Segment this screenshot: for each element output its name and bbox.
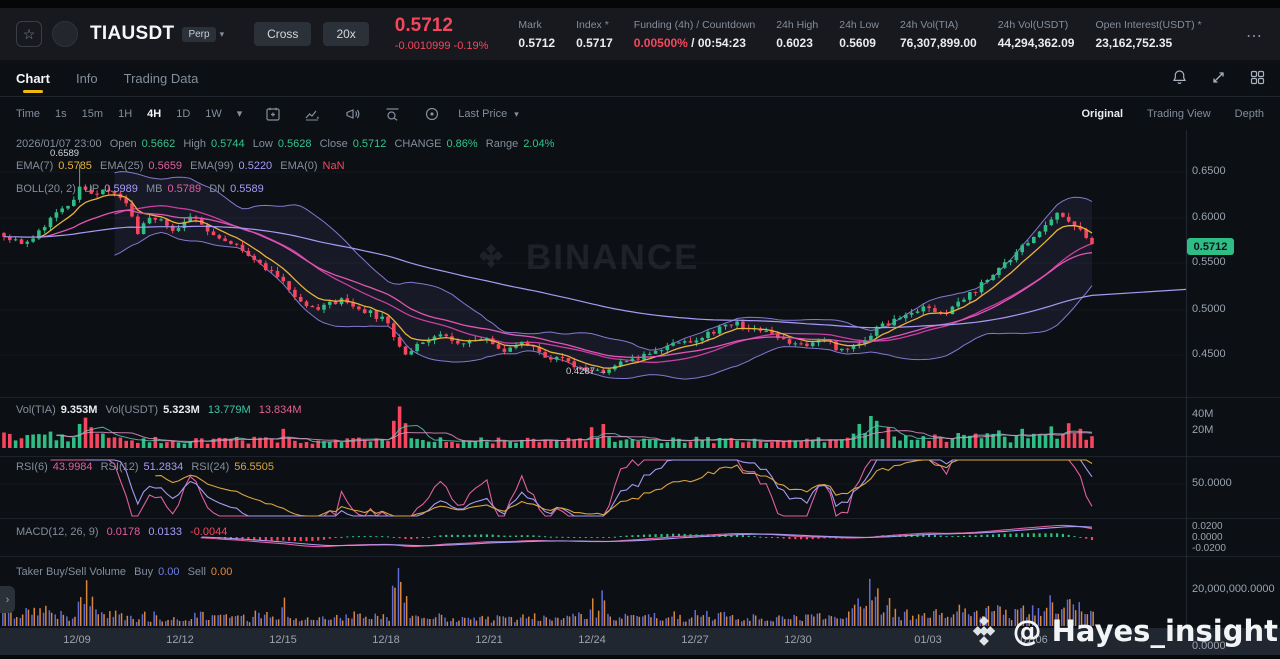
- symbol-name[interactable]: TIAUSDT: [90, 23, 174, 45]
- stat-24h-high: 24h High0.6023: [776, 19, 818, 50]
- interval-1s[interactable]: 1s: [55, 108, 67, 120]
- vol-tick: 20M: [1192, 424, 1213, 436]
- y-tick: 0.4500: [1192, 348, 1226, 360]
- stat-24h-vol-quote: 24h Vol(USDT)44,294,362.09: [998, 19, 1075, 50]
- x-tick: 12/21: [475, 634, 503, 646]
- tab-actions: [1171, 69, 1266, 86]
- rsi-legend[interactable]: RSI(6)43.9984 RSI(12)51.2834 RSI(24)56.5…: [16, 461, 279, 473]
- tab-trading-data[interactable]: Trading Data: [124, 60, 199, 96]
- taker-legend[interactable]: Taker Buy/Sell Volume Buy0.00 Sell0.00: [16, 566, 237, 578]
- contract-header: ☆ TIAUSDT Perp ▾ Cross 20x 0.5712 -0.001…: [0, 8, 1280, 60]
- x-tick: 12/27: [681, 634, 709, 646]
- bell-icon[interactable]: [1171, 69, 1188, 86]
- macd-tick: -0.0200: [1192, 543, 1226, 554]
- view-switcher: Original Trading View Depth: [1081, 97, 1264, 130]
- tab-chart[interactable]: Chart: [16, 60, 50, 96]
- binance-center-watermark: BINANCE: [470, 237, 699, 279]
- author-watermark: @ Hayes_insight: [965, 612, 1278, 650]
- market-stats: Mark0.5712 Index *0.5717 Funding (4h) / …: [518, 19, 1201, 50]
- chart-toolbar: Time 1s 15m 1H 4H 1D 1W ▾ Last Price ▾ O…: [0, 97, 1280, 130]
- favorite-button[interactable]: ☆: [16, 21, 42, 47]
- macd-tick: 0.0000: [1192, 532, 1223, 543]
- interval-15m[interactable]: 15m: [82, 108, 103, 120]
- arrow-icon: →: [598, 366, 608, 377]
- low-price-note: 0.4287 →: [566, 366, 607, 377]
- toolbar-icons: [265, 106, 440, 122]
- target-icon[interactable]: [424, 106, 440, 122]
- author-handle: @ Hayes_insight: [1013, 614, 1278, 648]
- panel-expand-handle[interactable]: ›: [0, 586, 15, 613]
- x-tick: 12/30: [784, 634, 812, 646]
- stat-24h-vol-base: 24h Vol(TIA)76,307,899.00: [900, 19, 977, 50]
- pane-divider: [0, 556, 1280, 557]
- pane-divider: [0, 518, 1280, 519]
- interval-1h[interactable]: 1H: [118, 108, 132, 120]
- contract-type-badge[interactable]: Perp: [182, 27, 215, 42]
- view-depth[interactable]: Depth: [1235, 108, 1264, 120]
- x-tick: 12/15: [269, 634, 297, 646]
- interval-more-caret[interactable]: ▾: [237, 107, 243, 120]
- y-tick: 0.5500: [1192, 256, 1226, 268]
- leverage-button[interactable]: 20x: [323, 22, 368, 46]
- more-icon[interactable]: ⋯: [1246, 26, 1264, 46]
- price-change: -0.0010999 -0.19%: [395, 40, 489, 52]
- coin-logo: [52, 21, 78, 47]
- chevron-down-icon[interactable]: ▾: [220, 29, 225, 40]
- stat-index: Index *0.5717: [576, 19, 613, 50]
- interval-1d[interactable]: 1D: [176, 108, 190, 120]
- window-top-strip: [0, 0, 1280, 8]
- view-original[interactable]: Original: [1081, 108, 1123, 120]
- interval-4h[interactable]: 4H: [147, 108, 161, 120]
- indicator-search-icon[interactable]: [384, 106, 401, 122]
- stat-mark: Mark0.5712: [518, 19, 555, 50]
- layout-grid-icon[interactable]: [1249, 69, 1266, 86]
- vol-tick: 40M: [1192, 408, 1213, 420]
- x-tick: 01/03: [914, 634, 942, 646]
- star-icon: ☆: [23, 26, 36, 43]
- macd-legend[interactable]: MACD(12, 26, 9) 0.0178 0.0133 -0.0044: [16, 526, 232, 538]
- line-chart-edit-icon[interactable]: [304, 106, 321, 122]
- stat-funding: Funding (4h) / Countdown0.00500% / 00:54…: [634, 19, 755, 50]
- interval-1w[interactable]: 1W: [205, 108, 222, 120]
- taker-tick: 20,000,000.0000: [1192, 583, 1275, 595]
- view-tradingview[interactable]: Trading View: [1147, 108, 1211, 120]
- last-price-badge[interactable]: 0.5712: [1187, 238, 1234, 255]
- x-tick: 12/12: [166, 634, 194, 646]
- rsi-tick: 50.0000: [1192, 477, 1232, 489]
- chevron-down-icon: ▾: [514, 109, 519, 119]
- chevron-right-icon: ›: [6, 594, 10, 606]
- boll-legend[interactable]: BOLL(20, 2) UP0.5989 MB0.5789 DN0.5589: [16, 183, 269, 195]
- interval-time[interactable]: Time: [16, 108, 40, 120]
- last-price-block: 0.5712 -0.0010999 -0.19%: [395, 16, 489, 52]
- last-price: 0.5712: [395, 16, 489, 37]
- window-bottom-strip: [0, 655, 1280, 659]
- y-tick: 0.6500: [1192, 165, 1226, 177]
- stat-open-interest: Open Interest(USDT) *23,162,752.35: [1095, 19, 1201, 50]
- pane-divider: [0, 397, 1280, 398]
- margin-mode-button[interactable]: Cross: [254, 22, 311, 46]
- resize-icon[interactable]: [1210, 69, 1227, 86]
- binance-logo-icon: [470, 237, 512, 279]
- price-mode-select[interactable]: Last Price ▾: [458, 108, 519, 120]
- ohlc-legend: 2026/01/07 23:00 Open0.5662 High0.5744 L…: [16, 138, 559, 150]
- x-tick: 12/24: [578, 634, 606, 646]
- ema-legend[interactable]: EMA(7)0.5785 EMA(25)0.5659 EMA(99)0.5220…: [16, 160, 350, 172]
- y-tick: 0.5000: [1192, 303, 1226, 315]
- tab-bar: Chart Info Trading Data: [0, 60, 1280, 97]
- volume-legend[interactable]: Vol(TIA)9.353M Vol(USDT)5.323M 13.779M 1…: [16, 404, 307, 416]
- binance-watermark-text: BINANCE: [526, 238, 699, 278]
- y-tick: 0.6000: [1192, 211, 1226, 223]
- price-axis-divider: [1186, 130, 1187, 628]
- megaphone-icon[interactable]: [344, 106, 361, 122]
- binance-logo-icon: [965, 612, 1003, 650]
- stat-24h-low: 24h Low0.5609: [839, 19, 879, 50]
- candle-datetime: 2026/01/07 23:00: [16, 138, 102, 150]
- macd-tick: 0.0200: [1192, 521, 1223, 532]
- tab-info[interactable]: Info: [76, 60, 98, 96]
- binance-futures-chart-screen: ☆ TIAUSDT Perp ▾ Cross 20x 0.5712 -0.001…: [0, 0, 1280, 659]
- pane-divider: [0, 456, 1280, 457]
- x-tick: 12/18: [372, 634, 400, 646]
- x-tick: 12/09: [63, 634, 91, 646]
- calendar-chart-icon[interactable]: [265, 106, 281, 122]
